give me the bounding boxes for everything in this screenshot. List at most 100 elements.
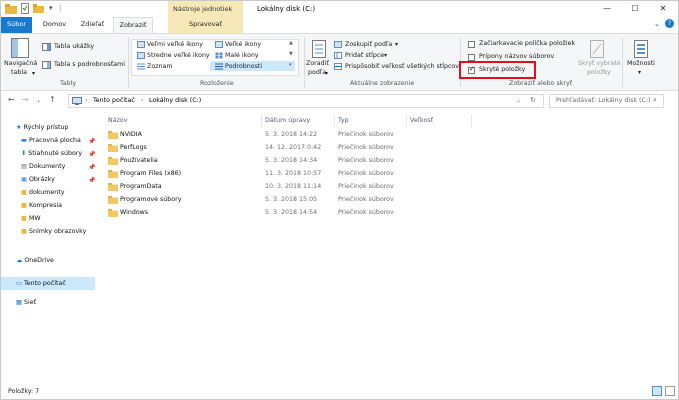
layout-small-icons[interactable]: Malé ikony (225, 52, 259, 59)
nav-item-downloads[interactable]: ⬇ Stiahnuté súbory (21, 147, 82, 160)
preview-pane-button[interactable]: Tabla ukážky (54, 43, 94, 50)
nav-quick-access[interactable]: ★ Rýchly prístup (16, 121, 68, 134)
ribbon-expand-icon[interactable]: ⌄ (654, 20, 660, 28)
close-button[interactable]: ✕ (649, 1, 677, 17)
file-extensions-checkbox[interactable] (468, 54, 475, 61)
add-columns-button[interactable]: Pridať stĺpce (345, 52, 384, 59)
navigation-pane-icon[interactable] (11, 38, 29, 60)
group-by-dropdown-icon[interactable]: ▾ (395, 41, 398, 48)
column-separator[interactable] (261, 115, 262, 127)
pin-icon[interactable]: 📌 (88, 138, 95, 145)
file-row[interactable]: NVIDIA 5. 3. 2018 14:22 Priečinok súboro… (105, 128, 505, 141)
group-by-button[interactable]: Zoskupiť podľa (345, 41, 392, 48)
column-separator[interactable] (471, 115, 472, 127)
maximize-button[interactable]: ☐ (621, 1, 649, 17)
column-header-date[interactable]: Dátum úpravy (265, 115, 310, 127)
navigation-pane-label[interactable]: Navigačná (4, 60, 37, 67)
help-icon[interactable]: ? (665, 19, 674, 28)
add-columns-dropdown-icon[interactable]: ▾ (384, 52, 387, 59)
options-label[interactable]: Možnosti (627, 60, 655, 67)
details-pane-icon[interactable] (42, 61, 51, 71)
breadcrumb-chevron-icon[interactable]: › (85, 97, 87, 104)
gallery-up-icon[interactable]: ▲ (289, 40, 293, 46)
sort-by-label-2[interactable]: podľa (308, 69, 326, 76)
layout-xl-icons[interactable]: Veľmi veľké ikony (147, 41, 203, 48)
item-checkboxes-checkbox[interactable] (468, 41, 475, 48)
recent-locations-icon[interactable]: ⌄ (36, 97, 41, 104)
refresh-icon[interactable]: ↻ (530, 96, 536, 104)
details-pane-button[interactable]: Tabla s podrobnosťami (54, 61, 125, 68)
layout-medium-icons[interactable]: Stredne veľké ikony (147, 52, 210, 59)
xl-icons-icon (137, 41, 145, 50)
sort-by-icon[interactable] (312, 40, 326, 60)
column-header-type[interactable]: Typ (338, 115, 349, 127)
navigation-pane-dropdown-icon[interactable]: ▾ (32, 70, 35, 77)
gallery-down-icon[interactable]: ▼ (289, 51, 293, 57)
properties-icon[interactable] (21, 3, 29, 14)
column-header-size[interactable]: Veľkosť (410, 115, 433, 127)
forward-arrow-icon[interactable]: → (22, 95, 29, 104)
tab-view[interactable]: Zobraziť (113, 17, 153, 33)
list-view-icon (137, 63, 145, 72)
file-row[interactable]: Windows 5. 3. 2018 14:54 Priečinok súbor… (105, 206, 505, 219)
tab-share[interactable]: Zdieľať (76, 17, 109, 33)
file-row[interactable]: PerfLogs 14. 12. 2017 0:42 Priečinok súb… (105, 141, 505, 154)
folder-icon (108, 157, 118, 165)
customize-toolbar-icon[interactable]: ▾ (49, 4, 53, 15)
nav-this-pc[interactable]: ▭ Tento počítač (1, 277, 95, 290)
breadcrumb-chevron-icon[interactable]: › (141, 97, 143, 104)
folder-icon: ■ (21, 202, 27, 209)
tab-home[interactable]: Domov (38, 17, 71, 33)
minimize-button[interactable]: — (593, 1, 621, 17)
layout-large-icons[interactable]: Veľké ikony (225, 41, 261, 48)
nav-item-dokumenty[interactable]: ■ dokumenty (21, 186, 64, 199)
options-dropdown-icon[interactable]: ▾ (638, 69, 641, 76)
address-dropdown-icon[interactable]: ⌄ (516, 97, 521, 104)
large-icons-view-toggle-icon[interactable] (665, 386, 675, 396)
address-bar[interactable]: › Tento počítač › Lokálny disk (C:) ⌄ ↻ (68, 94, 544, 108)
file-extensions-label[interactable]: Prípony názvov súborov (479, 53, 554, 60)
nav-item-pictures[interactable]: ▣ Obrázky (21, 173, 55, 186)
search-icon[interactable]: ⌕ (653, 96, 657, 105)
pin-icon[interactable]: 📌 (88, 151, 95, 158)
nav-onedrive[interactable]: ☁ OneDrive (16, 254, 54, 267)
new-folder-icon[interactable] (33, 3, 45, 14)
search-input[interactable]: Prehľadávať: Lokálny disk (C:) ⌕ (549, 94, 664, 108)
breadcrumb-local-disk[interactable]: Lokálny disk (C:) (149, 97, 201, 104)
file-type: Priečinok súborov (338, 131, 394, 138)
hide-selected-icon[interactable] (590, 40, 604, 60)
tab-file[interactable]: Súbor (1, 17, 32, 33)
file-row[interactable]: Program Files (x86) 11. 3. 2018 10:57 Pr… (105, 167, 505, 180)
layout-list[interactable]: Zoznam (147, 63, 172, 70)
item-checkboxes-label[interactable]: Začiarkavacie políčka položiek (479, 40, 575, 47)
nav-item-desktop[interactable]: ▬ Pracovná plocha (21, 134, 81, 147)
nav-item-mw[interactable]: ■ MW (21, 212, 41, 225)
nav-network[interactable]: ▦ Sieť (16, 296, 36, 309)
details-view-toggle-icon[interactable] (652, 386, 662, 396)
nav-item-kompresia[interactable]: ■ Kompresia (21, 199, 62, 212)
gallery-more-icon[interactable]: ▾ (289, 62, 292, 68)
file-row[interactable]: Používatelia 5. 3. 2018 14:34 Priečinok … (105, 154, 505, 167)
navigation-pane-label-2[interactable]: tabla (11, 69, 27, 76)
up-arrow-icon[interactable]: ↑ (49, 95, 56, 104)
file-row[interactable]: Programové súbory 5. 3. 2018 15:05 Prieč… (105, 193, 505, 206)
sort-by-dropdown-icon[interactable]: ▾ (325, 70, 328, 77)
nav-item-documents[interactable]: ▤ Dokumenty (21, 160, 65, 173)
column-header-name[interactable]: Názov (108, 115, 127, 127)
breadcrumb-this-pc[interactable]: Tento počítač (93, 97, 135, 104)
nav-item-screenshots[interactable]: ■ Snímky obrazovky (21, 225, 86, 238)
tab-manage[interactable]: Spravovať (168, 17, 243, 33)
sort-by-label[interactable]: Zoradiť (306, 60, 329, 67)
options-icon[interactable] (634, 40, 648, 60)
pin-icon[interactable]: 📌 (88, 177, 95, 184)
layout-details[interactable]: Podrobnosti (225, 63, 262, 70)
preview-pane-icon[interactable] (42, 43, 51, 53)
file-row[interactable]: ProgramData 10. 3. 2018 11:14 Priečinok … (105, 180, 505, 193)
hide-selected-label-2[interactable]: položky (587, 69, 611, 76)
column-separator[interactable] (406, 115, 407, 127)
pin-icon[interactable]: 📌 (88, 164, 95, 171)
fit-columns-button[interactable]: Prispôsobiť veľkosť všetkých stĺpcov (345, 63, 459, 70)
column-separator[interactable] (334, 115, 335, 127)
back-arrow-icon[interactable]: ← (8, 95, 15, 104)
hide-selected-label[interactable]: Skryť vybraté (578, 60, 621, 67)
